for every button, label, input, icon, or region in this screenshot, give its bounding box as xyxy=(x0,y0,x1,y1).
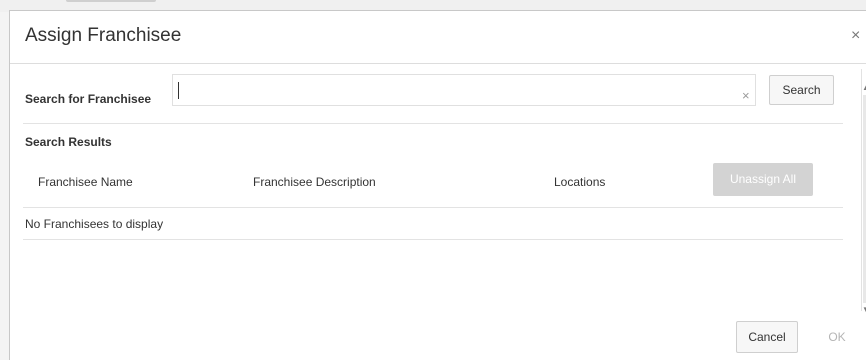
search-button[interactable]: Search xyxy=(769,75,834,105)
background-page-text xyxy=(66,0,156,2)
close-icon[interactable]: × xyxy=(851,27,860,45)
column-header-franchisee-name[interactable]: Franchisee Name xyxy=(38,175,133,189)
search-results-label: Search Results xyxy=(25,135,112,149)
ok-button[interactable]: OK xyxy=(822,323,852,353)
empty-results-message: No Franchisees to display xyxy=(25,217,164,231)
unassign-all-button[interactable]: Unassign All xyxy=(713,163,813,196)
assign-franchisee-dialog: Assign Franchisee × Search for Franchise… xyxy=(9,10,866,360)
search-input[interactable] xyxy=(172,74,756,106)
vertical-scrollbar[interactable]: ▲ ▼ xyxy=(861,83,866,323)
column-header-franchisee-description[interactable]: Franchisee Description xyxy=(253,175,376,189)
column-header-locations[interactable]: Locations xyxy=(554,175,605,189)
cancel-button[interactable]: Cancel xyxy=(736,321,798,353)
page: Assign Franchisee × Search for Franchise… xyxy=(0,0,866,360)
dialog-content: Search for Franchisee × Search Search Re… xyxy=(23,69,862,311)
search-label: Search for Franchisee xyxy=(25,92,152,106)
table-row-divider xyxy=(23,239,843,240)
scroll-down-icon[interactable]: ▼ xyxy=(862,305,866,314)
title-divider xyxy=(10,63,866,64)
table-header-divider xyxy=(23,207,843,208)
text-caret xyxy=(178,82,179,99)
scroll-up-icon[interactable]: ▲ xyxy=(862,83,866,92)
clear-search-icon[interactable]: × xyxy=(742,88,750,103)
section-divider xyxy=(23,123,843,124)
dialog-title: Assign Franchisee xyxy=(25,25,182,46)
